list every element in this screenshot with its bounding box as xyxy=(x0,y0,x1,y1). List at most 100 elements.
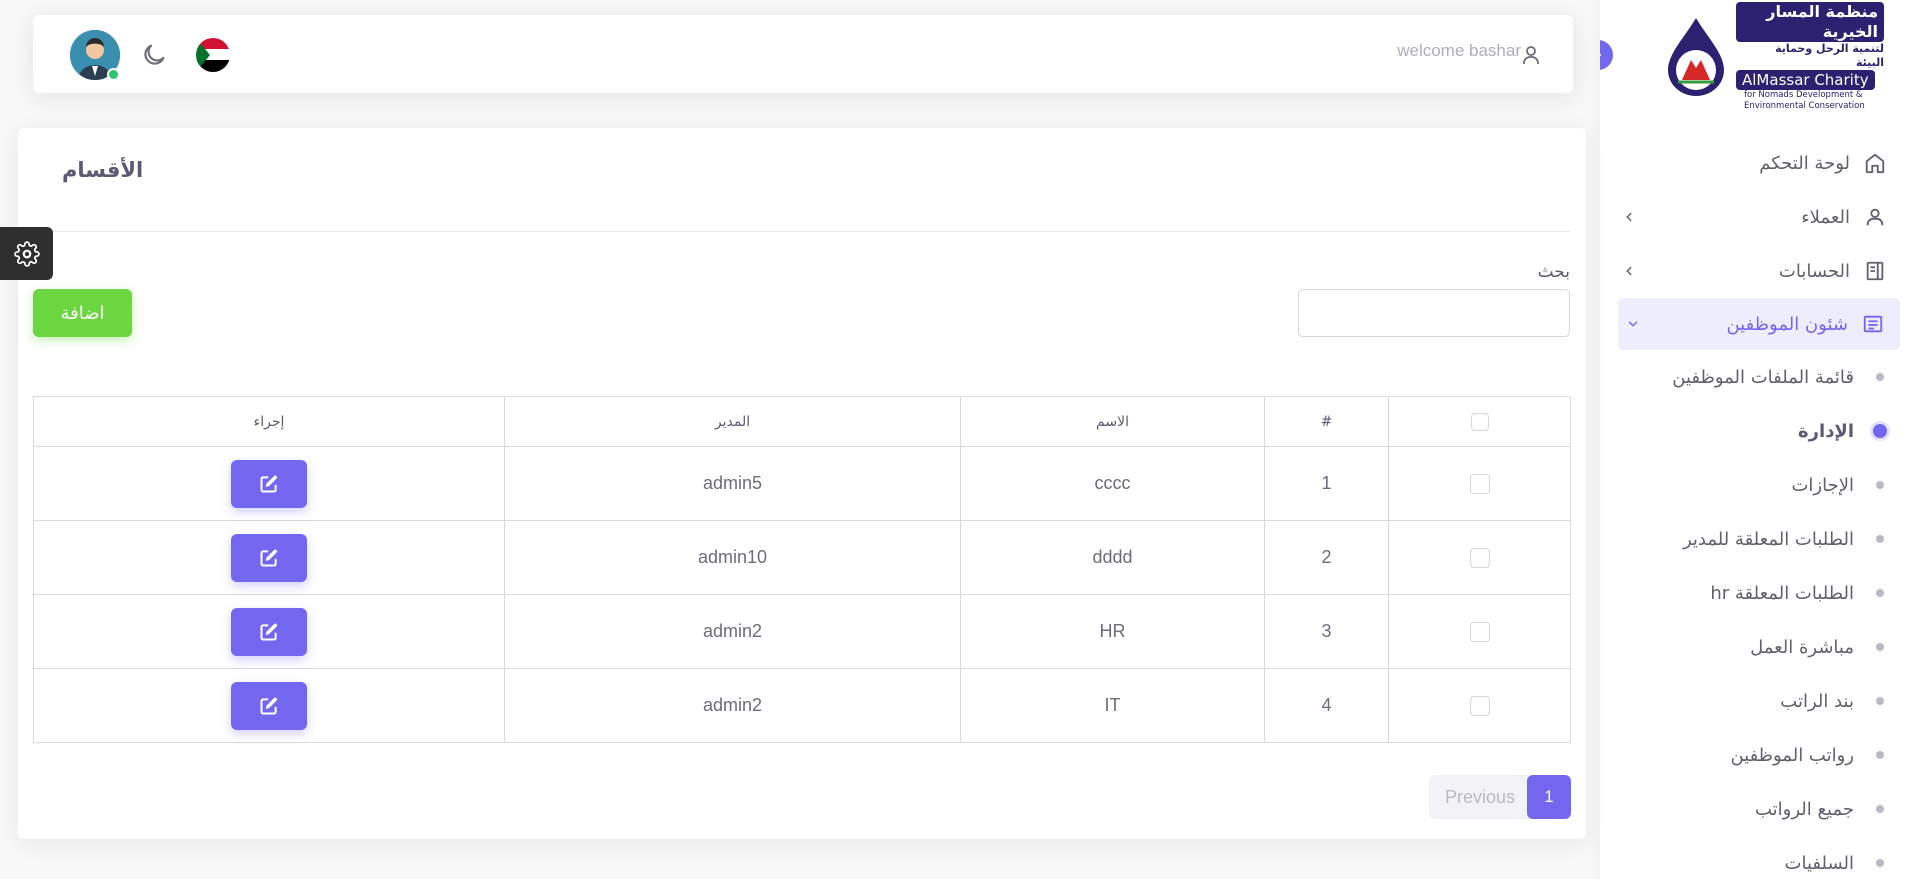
sidebar-collapse-button[interactable] xyxy=(1600,40,1613,70)
edit-button[interactable] xyxy=(231,607,307,656)
bullet-dot xyxy=(1876,373,1884,381)
row-manager: admin2 xyxy=(504,668,961,743)
row-action-cell xyxy=(33,446,505,521)
row-checkbox[interactable] xyxy=(1469,622,1490,643)
sidebar-subitem-salary-item[interactable]: بند الراتب xyxy=(1600,674,1920,728)
bullet-dot xyxy=(1876,589,1884,597)
sidebar-subitem-employee-files[interactable]: قائمة الملفات الموظفين xyxy=(1600,350,1920,404)
row-manager: admin2 xyxy=(504,594,961,669)
bullet-dot xyxy=(1873,424,1887,438)
bullet-dot xyxy=(1876,643,1884,651)
sudan-flag-icon[interactable] xyxy=(196,38,230,72)
select-all-checkbox[interactable] xyxy=(1470,412,1489,431)
book-icon xyxy=(1864,260,1886,282)
moon-icon[interactable] xyxy=(140,41,168,69)
sidebar-subitem-departments[interactable]: الإدارة xyxy=(1600,404,1920,458)
add-button[interactable]: اضافة xyxy=(33,289,132,337)
pagination: Previous 1 xyxy=(1428,775,1571,819)
brand-logo[interactable]: منظمة المسار الخيرية لتنمية الرحل وحماية… xyxy=(1664,2,1884,111)
brand-tagline-line1: for Nomads Development & xyxy=(1744,90,1863,100)
chevron-left-icon xyxy=(1622,210,1636,224)
table-row: 2 dddd admin10 xyxy=(33,520,1571,595)
edit-icon xyxy=(260,475,278,492)
row-name: HR xyxy=(960,594,1265,669)
sidebar-subitem-manager-pending[interactable]: الطلبات المعلقة للمدير xyxy=(1600,512,1920,566)
sidebar-item-accounts[interactable]: الحسابات xyxy=(1600,244,1920,298)
customizer-toggle-button[interactable] xyxy=(0,227,53,280)
bullet-dot xyxy=(1876,751,1884,759)
sidebar-subitem-work-start[interactable]: مباشرة العمل xyxy=(1600,620,1920,674)
gear-icon xyxy=(13,240,40,267)
edit-icon xyxy=(260,549,278,566)
departments-table: # الاسم المدير إجراء 1 cccc admin5 2 ddd… xyxy=(33,396,1571,743)
edit-button[interactable] xyxy=(231,533,307,582)
row-checkbox[interactable] xyxy=(1469,696,1490,717)
row-index: 1 xyxy=(1264,446,1389,521)
sidebar-subitem-label: رواتب الموظفين xyxy=(1730,744,1854,766)
sidebar-item-label: العملاء xyxy=(1801,206,1850,228)
chevron-right-icon xyxy=(1600,53,1601,57)
divider xyxy=(34,231,1570,232)
row-select-cell xyxy=(1388,520,1571,595)
row-action-cell xyxy=(33,668,505,743)
brand-name-english: AlMassar Charity xyxy=(1736,70,1875,90)
select-all-header xyxy=(1388,396,1571,447)
row-checkbox[interactable] xyxy=(1469,548,1490,569)
sidebar-subitem-label: الطلبات المعلقة للمدير xyxy=(1682,528,1854,550)
sidebar-item-dashboard[interactable]: لوحة التحكم xyxy=(1600,136,1920,190)
user-icon xyxy=(1864,206,1886,228)
edit-button[interactable] xyxy=(231,681,307,730)
sidebar-subitem-label: الطلبات المعلقة hr xyxy=(1710,582,1854,604)
logo-drop-icon xyxy=(1664,16,1728,98)
edit-icon xyxy=(260,623,278,640)
sidebar-item-label: لوحة التحكم xyxy=(1759,152,1850,174)
sidebar-nav: لوحة التحكم العملاء الحسابات شئون الموظف… xyxy=(1600,136,1920,879)
sidebar-subitem-label: الإجازات xyxy=(1791,474,1854,496)
home-icon xyxy=(1864,152,1886,174)
sidebar-item-label: شئون الموظفين xyxy=(1726,313,1848,335)
row-name: dddd xyxy=(960,520,1265,595)
row-manager: admin5 xyxy=(504,446,961,521)
row-action-cell xyxy=(33,594,505,669)
sidebar-subitem-hr-pending[interactable]: الطلبات المعلقة hr xyxy=(1600,566,1920,620)
page-title: الأقسام xyxy=(62,158,144,182)
sidebar-subitem-label: جميع الرواتب xyxy=(1754,798,1854,820)
row-select-cell xyxy=(1388,668,1571,743)
name-header: الاسم xyxy=(960,396,1265,447)
sidebar-subitem-leaves[interactable]: الإجازات xyxy=(1600,458,1920,512)
user-icon[interactable] xyxy=(1519,43,1543,67)
action-header: إجراء xyxy=(33,396,505,447)
edit-icon xyxy=(260,697,278,714)
search-input[interactable] xyxy=(1298,289,1570,337)
brand-name-arabic: منظمة المسار الخيرية xyxy=(1736,2,1884,42)
table-row: 1 cccc admin5 xyxy=(33,446,1571,521)
manager-header: المدير xyxy=(504,396,961,447)
sidebar-subitem-employee-salaries[interactable]: رواتب الموظفين xyxy=(1600,728,1920,782)
chevron-left-icon xyxy=(1622,264,1636,278)
row-select-cell xyxy=(1388,446,1571,521)
row-checkbox[interactable] xyxy=(1469,474,1490,495)
sidebar-item-label: الحسابات xyxy=(1778,260,1850,282)
pagination-previous[interactable]: Previous xyxy=(1429,787,1527,808)
index-header: # xyxy=(1264,396,1389,447)
search-label: بحث xyxy=(1537,262,1570,282)
bullet-dot xyxy=(1876,697,1884,705)
pagination-page-1[interactable]: 1 xyxy=(1527,775,1571,819)
row-index: 3 xyxy=(1264,594,1389,669)
edit-button[interactable] xyxy=(231,459,307,508)
bullet-dot xyxy=(1876,481,1884,489)
sidebar-subitem-all-salaries[interactable]: جميع الرواتب xyxy=(1600,782,1920,836)
row-action-cell xyxy=(33,520,505,595)
sidebar-item-hr[interactable]: شئون الموظفين xyxy=(1618,298,1900,350)
sidebar-subitem-label: قائمة الملفات الموظفين xyxy=(1672,366,1854,388)
row-select-cell xyxy=(1388,594,1571,669)
sidebar-item-clients[interactable]: العملاء xyxy=(1600,190,1920,244)
bullet-dot xyxy=(1876,535,1884,543)
bullet-dot xyxy=(1876,805,1884,813)
sidebar-subitem-advances[interactable]: السلفيات xyxy=(1600,836,1920,879)
row-index: 2 xyxy=(1264,520,1389,595)
table-header-row: # الاسم المدير إجراء xyxy=(33,396,1571,447)
table-row: 4 IT admin2 xyxy=(33,668,1571,743)
file-text-icon xyxy=(1862,313,1884,335)
sidebar-subitem-label: السلفيات xyxy=(1784,852,1854,874)
